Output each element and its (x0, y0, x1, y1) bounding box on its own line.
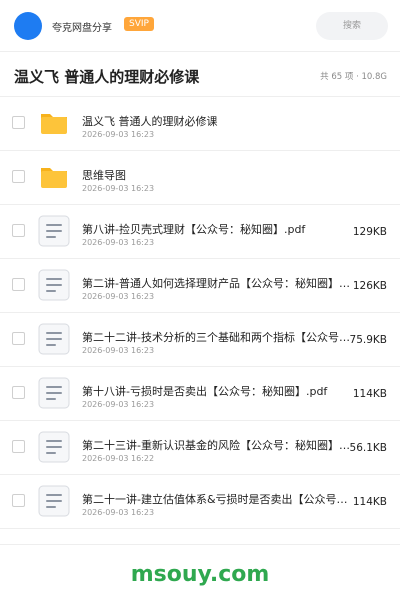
list-item[interactable]: 第十八讲-亏损时是否卖出【公众号：秘知圈】.pdf 2026-09-03 16:2… (0, 367, 400, 421)
item-date: 2026-09-03 16:23 (82, 184, 155, 193)
item-name: 第二十二讲-技术分析的三个基础和两个指标【公众号：秘知圈】.pdf (82, 331, 352, 344)
item-date: 2026-09-03 16:22 (82, 454, 155, 463)
item-date: 2026-09-03 16:23 (82, 130, 155, 139)
item-size: 126KB (352, 280, 387, 292)
item-name: 第二十三讲-重新认识基金的风险【公众号：秘知圈】.pdf (82, 439, 352, 452)
item-size: 114KB (352, 496, 387, 508)
search-input[interactable]: 搜索 (316, 12, 388, 40)
list-item[interactable]: 第八讲-捡贝壳式理财【公众号：秘知圈】.pdf 2026-09-03 16:23 1… (0, 205, 400, 259)
watermark: msouy.com (130, 562, 270, 587)
item-size: 56.1KB (349, 442, 387, 454)
avatar[interactable] (14, 12, 42, 40)
folder-icon (38, 107, 70, 139)
list-item[interactable]: 第二十二讲-技术分析的三个基础和两个指标【公众号：秘知圈】.pdf 2026-09… (0, 313, 400, 367)
document-icon (38, 431, 70, 463)
list-item[interactable]: 第二十一讲-建立估值体系&亏损时是否卖出【公众号：秘知圈】.pdf 2026-09… (0, 475, 400, 529)
file-list: 温义飞 普通人的理财必修课 2026-09-03 16:23 思维导图 2026-09… (0, 97, 400, 529)
item-size: 129KB (352, 226, 387, 238)
item-name: 第八讲-捡贝壳式理财【公众号：秘知圈】.pdf (82, 223, 306, 236)
item-name: 第二十一讲-建立估值体系&亏损时是否卖出【公众号：秘知圈】.pdf (82, 493, 352, 506)
item-name: 第二讲-普通人如何选择理财产品【公众号：秘知圈】.pdf (82, 277, 352, 290)
item-checkbox[interactable] (12, 494, 25, 507)
item-size: 75.9KB (349, 334, 387, 346)
item-size: 114KB (352, 388, 387, 400)
list-item[interactable]: 温义飞 普通人的理财必修课 2026-09-03 16:23 (0, 97, 400, 151)
app-name: 夸克网盘分享 (52, 23, 112, 34)
item-checkbox[interactable] (12, 224, 25, 237)
item-date: 2026-09-03 16:23 (82, 400, 155, 409)
folder-meta: 共 65 项 · 10.8G (320, 72, 387, 82)
document-icon (38, 377, 70, 409)
item-date: 2026-09-03 16:23 (82, 238, 155, 247)
folder-icon (38, 161, 70, 193)
item-checkbox[interactable] (12, 332, 25, 345)
divider (0, 544, 400, 545)
share-page: 夸克网盘分享 SVIP 搜索 温义飞 普通人的理财必修课 共 65 项 · 10… (0, 0, 400, 600)
item-checkbox[interactable] (12, 278, 25, 291)
item-date: 2026-09-03 16:23 (82, 508, 155, 517)
list-item[interactable]: 第二讲-普通人如何选择理财产品【公众号：秘知圈】.pdf 2026-09-03 1… (0, 259, 400, 313)
item-checkbox[interactable] (12, 170, 25, 183)
item-name: 思维导图 (82, 169, 126, 182)
document-icon (38, 485, 70, 517)
document-icon (38, 269, 70, 301)
item-date: 2026-09-03 16:23 (82, 346, 155, 355)
list-item[interactable]: 第二十三讲-重新认识基金的风险【公众号：秘知圈】.pdf 2026-09-03 1… (0, 421, 400, 475)
item-name: 第十八讲-亏损时是否卖出【公众号：秘知圈】.pdf (82, 385, 328, 398)
item-checkbox[interactable] (12, 386, 25, 399)
page-title: 温义飞 普通人的理财必修课 (14, 68, 200, 86)
document-icon (38, 323, 70, 355)
list-item[interactable]: 思维导图 2026-09-03 16:23 (0, 151, 400, 205)
top-bar: 夸克网盘分享 SVIP 搜索 (0, 0, 400, 52)
divider (0, 51, 400, 52)
document-icon (38, 215, 70, 247)
item-name: 温义飞 普通人的理财必修课 (82, 115, 218, 128)
item-checkbox[interactable] (12, 440, 25, 453)
item-checkbox[interactable] (12, 116, 25, 129)
item-date: 2026-09-03 16:23 (82, 292, 155, 301)
svip-badge: SVIP (124, 17, 154, 31)
